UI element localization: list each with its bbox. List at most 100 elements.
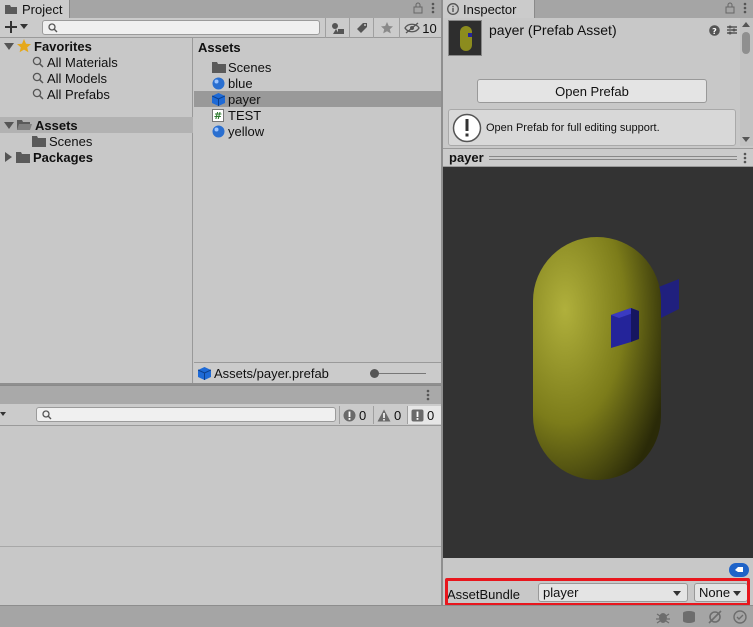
prefab-3d-preview[interactable]	[443, 167, 753, 558]
inspector-scrollbar[interactable]	[740, 18, 753, 146]
project-search-input[interactable]	[42, 20, 320, 35]
asset-item-blue[interactable]: blue	[194, 75, 441, 91]
inspector-header: payer (Prefab Asset) ? Open Prefab Open …	[443, 18, 748, 148]
asset-item-scenes[interactable]: Scenes	[194, 59, 441, 75]
console-window: 0 0 0	[0, 385, 441, 605]
more-options-icon[interactable]	[743, 152, 747, 164]
capsule-thumbnail-icon	[460, 26, 472, 51]
tree-item-label: All Materials	[47, 54, 118, 70]
asset-item-label: Scenes	[228, 59, 272, 75]
auto-generate-lighting-icon[interactable]	[707, 610, 723, 624]
preview-drag-handle[interactable]	[489, 156, 737, 160]
status-bar	[0, 605, 753, 627]
warning-icon	[377, 409, 391, 421]
help-box: Open Prefab for full editing support.	[448, 109, 736, 146]
svg-text:?: ?	[712, 27, 717, 36]
asset-path-label: Assets/payer.prefab	[214, 365, 329, 381]
tree-item-all-materials[interactable]: All Materials	[0, 54, 193, 70]
tab-inspector[interactable]: Inspector	[443, 0, 535, 18]
info-large-icon	[452, 113, 482, 142]
info-icon	[411, 409, 424, 421]
hidden-count: 10	[422, 20, 437, 36]
tree-item-label: Favorites	[34, 38, 92, 54]
scrollbar-thumb[interactable]	[742, 32, 750, 54]
error-icon	[343, 409, 356, 421]
tree-item-scenes[interactable]: Scenes	[0, 133, 193, 149]
preview-header[interactable]: payer	[443, 148, 753, 167]
chevron-down-icon	[20, 24, 28, 29]
search-by-label-button[interactable]	[349, 18, 373, 38]
warning-count-toggle[interactable]: 0	[373, 406, 404, 424]
tree-item-favorites[interactable]: Favorites	[0, 38, 193, 54]
prefab-cube-icon	[198, 366, 211, 380]
search-icon	[32, 72, 44, 84]
expand-arrow-icon[interactable]	[4, 42, 14, 50]
inspector-title: payer (Prefab Asset)	[489, 22, 617, 38]
asset-item-yellow[interactable]: yellow	[194, 123, 441, 139]
warning-count: 0	[394, 407, 402, 423]
lock-icon[interactable]	[725, 2, 735, 14]
tab-project-label: Project	[22, 1, 63, 17]
error-count-toggle[interactable]: 0	[339, 406, 369, 424]
prefab-cube-icon	[212, 92, 225, 106]
chevron-down-icon[interactable]	[0, 412, 6, 418]
asset-item-test[interactable]: # TEST	[194, 107, 441, 123]
star-icon	[17, 39, 31, 53]
error-count: 0	[359, 407, 367, 423]
search-icon	[32, 88, 44, 100]
inspector-window: Inspector payer (Prefab Asset) ? Open Pr…	[443, 0, 753, 606]
more-options-icon[interactable]	[743, 2, 747, 14]
highlight-box	[445, 578, 750, 606]
lock-icon[interactable]	[413, 2, 423, 14]
search-by-type-button[interactable]	[325, 18, 349, 38]
presets-icon[interactable]	[726, 24, 738, 36]
assets-list-panel: Assets Scenes blue payer # TEST yellow A…	[194, 38, 441, 383]
more-options-icon[interactable]	[426, 389, 430, 401]
favorites-filter-button[interactable]	[373, 18, 399, 38]
cache-server-icon[interactable]	[681, 610, 697, 624]
asset-item-label: payer	[228, 91, 261, 107]
tree-item-assets[interactable]: Assets	[0, 117, 193, 133]
tab-project[interactable]: Project	[0, 0, 70, 18]
tree-item-label: Packages	[33, 149, 93, 165]
progress-check-icon[interactable]	[733, 610, 747, 624]
expand-arrow-icon[interactable]	[4, 121, 14, 129]
material-sphere-icon	[212, 77, 225, 89]
icon-size-slider[interactable]	[370, 369, 426, 378]
tree-item-all-prefabs[interactable]: All Prefabs	[0, 86, 193, 102]
eye-hidden-icon	[404, 22, 421, 34]
console-search-input[interactable]	[36, 407, 336, 422]
more-options-icon[interactable]	[431, 2, 435, 14]
help-icon[interactable]: ?	[709, 24, 720, 36]
search-icon	[42, 410, 52, 420]
tree-item-all-models[interactable]: All Models	[0, 70, 193, 86]
scroll-down-arrow-icon[interactable]	[742, 137, 750, 142]
asset-item-payer[interactable]: payer	[194, 91, 441, 107]
bug-icon[interactable]	[655, 610, 671, 624]
label-tag-icon[interactable]	[729, 563, 749, 577]
console-log-list[interactable]	[0, 426, 441, 546]
search-icon	[48, 23, 58, 33]
tree-item-packages[interactable]: Packages	[0, 149, 193, 165]
search-icon	[32, 56, 44, 68]
message-count: 0	[427, 407, 435, 423]
expand-arrow-icon[interactable]	[5, 152, 12, 162]
tree-item-label: All Prefabs	[47, 86, 110, 102]
open-prefab-button[interactable]: Open Prefab	[477, 79, 707, 103]
help-text: Open Prefab for full editing support.	[486, 121, 660, 134]
scroll-up-arrow-icon[interactable]	[742, 22, 750, 27]
asset-item-label: yellow	[228, 123, 265, 139]
console-detail-area	[0, 547, 441, 605]
folder-tree: Favorites All Materials All Models All P…	[0, 38, 193, 383]
tree-item-label: Assets	[35, 117, 78, 133]
hidden-packages-toggle[interactable]: 10	[399, 18, 441, 38]
create-button[interactable]	[5, 21, 28, 33]
console-toolbar: 0 0 0	[0, 404, 441, 426]
plus-icon	[5, 21, 17, 33]
inspector-tabbar: Inspector	[443, 0, 753, 18]
message-count-toggle[interactable]: 0	[407, 406, 441, 424]
capsule-model	[533, 237, 679, 480]
tree-item-label: Scenes	[49, 133, 93, 149]
folder-open-icon	[17, 120, 32, 130]
folder-icon	[5, 5, 17, 14]
